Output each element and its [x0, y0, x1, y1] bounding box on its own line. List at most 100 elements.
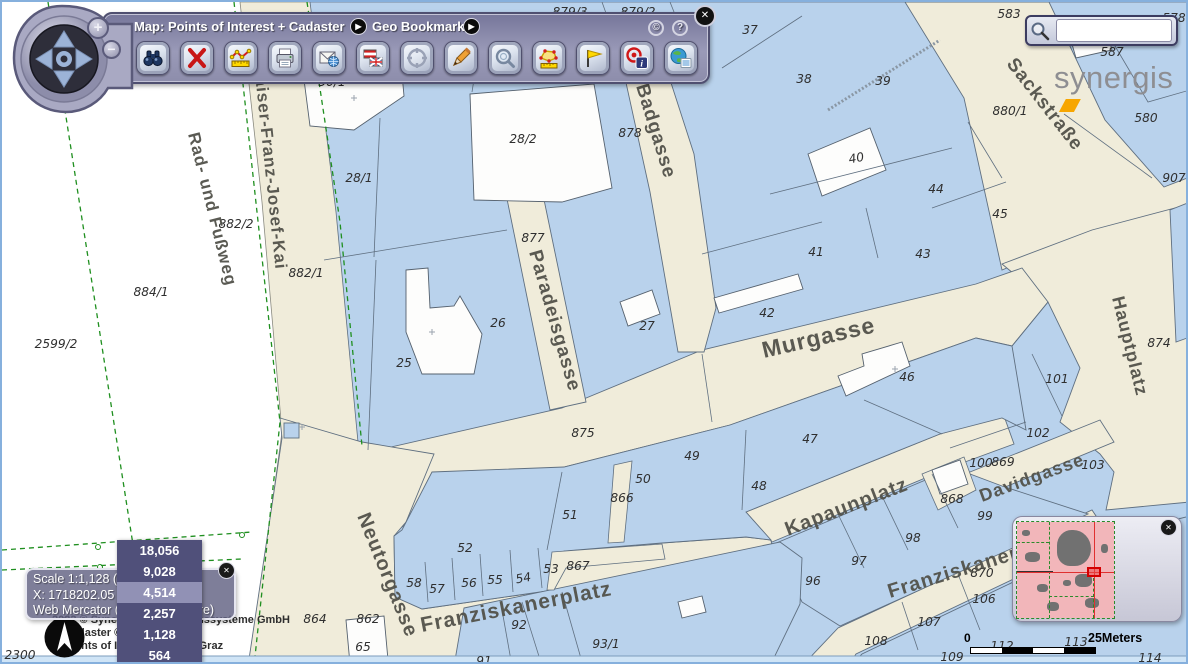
- parcel-label: 65: [355, 640, 371, 654]
- language-button[interactable]: [356, 41, 390, 75]
- scale-option[interactable]: 9,028: [117, 561, 202, 582]
- clear-selection-button[interactable]: [180, 41, 214, 75]
- parcel-label: 107: [917, 615, 941, 629]
- parcel-label: 42: [759, 306, 775, 320]
- parcel-label: 92: [511, 618, 527, 632]
- scale-option[interactable]: 2,257: [117, 603, 202, 624]
- zoom-out-button[interactable]: −: [102, 40, 121, 59]
- parcel-label: 114: [1138, 651, 1161, 664]
- parcel-label: 43: [915, 247, 931, 261]
- parcel-label: 52: [457, 541, 473, 555]
- parcel-label: 866: [610, 491, 634, 505]
- parcel-label: 102: [1026, 426, 1049, 440]
- parcel-label: 2599/2: [35, 337, 78, 351]
- parcel-label: 44: [928, 182, 944, 196]
- search-icon[interactable]: [1027, 17, 1053, 44]
- parcel-label: 28/2: [509, 132, 536, 146]
- help-icon[interactable]: ?: [672, 20, 688, 36]
- status-close-icon[interactable]: ✕: [219, 563, 234, 578]
- measure-area-button[interactable]: [532, 41, 566, 75]
- parcel-label: 97: [851, 554, 867, 568]
- crosshair-icon: [405, 46, 429, 70]
- map-selector-label[interactable]: Map: Points of Interest + Cadaster: [134, 19, 345, 34]
- parcel-label: 868: [940, 492, 964, 506]
- parcel-label: 50: [635, 472, 651, 486]
- printer-icon: [273, 46, 297, 70]
- scale-option[interactable]: 1,128: [117, 624, 202, 645]
- scalebar-zero-label: 0: [964, 631, 971, 645]
- logo-accent-diamond: [1059, 99, 1081, 112]
- overview-extent-rectangle[interactable]: [1087, 567, 1101, 577]
- synergis-logo: synergis: [1054, 60, 1186, 132]
- parcel-label: 867: [566, 559, 590, 573]
- print-button[interactable]: [268, 41, 302, 75]
- parcel-label: 864: [303, 612, 326, 626]
- parcel-label: 875: [571, 426, 595, 440]
- parcel-label: 587: [1100, 45, 1124, 59]
- magnifier-circle-icon: [493, 46, 517, 70]
- find-button[interactable]: [136, 41, 170, 75]
- map-viewport[interactable]: 879/3879/258357858730/230/137383940880/1…: [0, 0, 1188, 664]
- parcel-label: 100: [969, 456, 993, 470]
- parcel-label: 47: [802, 432, 818, 446]
- parcel-label: 93/1: [592, 637, 619, 651]
- parcel-label: 37: [742, 23, 758, 37]
- parcel-label: 101: [1045, 372, 1068, 386]
- parcel-label: 583: [997, 7, 1020, 21]
- maptip-button[interactable]: i: [620, 41, 654, 75]
- parcel-label: 907: [1162, 171, 1186, 185]
- search-input[interactable]: [1056, 19, 1172, 42]
- parcel-label: 869: [991, 455, 1014, 469]
- measure-line-icon: [229, 46, 253, 70]
- zoom-in-button[interactable]: +: [87, 17, 109, 39]
- geo-bookmarks-arrow-icon[interactable]: ▶: [464, 19, 479, 34]
- parcel-label: 57: [429, 582, 445, 596]
- parcel-label: 45: [992, 207, 1008, 221]
- parcel-label: 2300: [4, 648, 35, 662]
- geo-bookmark-button[interactable]: [576, 41, 610, 75]
- geo-bookmarks-label[interactable]: Geo Bookmarks: [372, 19, 472, 34]
- copyright-icon[interactable]: ©: [648, 20, 664, 36]
- parcel-label: 46: [899, 370, 915, 384]
- center-map-button[interactable]: [400, 41, 434, 75]
- binoculars-icon: [141, 46, 165, 70]
- parcel-label: 99: [977, 509, 993, 523]
- parcel-label: 109: [940, 650, 963, 664]
- parcel-label: 40: [847, 150, 865, 167]
- parcel-label: 39: [875, 74, 891, 88]
- parcel-label: 48: [751, 479, 767, 493]
- overview-map-image[interactable]: [1017, 522, 1114, 618]
- flag-icon: [581, 46, 605, 70]
- parcel-label: 49: [684, 449, 700, 463]
- overview-map-panel: ✕: [1012, 516, 1182, 622]
- pan-navigator[interactable]: [10, 4, 136, 116]
- toolbar-panel: Map: Points of Interest + Cadaster ▶ Geo…: [102, 12, 710, 84]
- edit-redline-button[interactable]: [444, 41, 478, 75]
- parcel-label: 41: [808, 245, 824, 259]
- parcel-label: 874: [1147, 336, 1170, 350]
- parcel-label: 106: [972, 592, 996, 606]
- parcel-label: 96: [805, 574, 821, 588]
- scale-option[interactable]: 564: [117, 645, 202, 664]
- parcel-label: 91: [476, 654, 492, 664]
- envelope-globe-icon: [317, 46, 341, 70]
- parcel-label: 880/1: [992, 104, 1027, 118]
- send-map-button[interactable]: [312, 41, 346, 75]
- red-x-icon: [185, 46, 209, 70]
- parcel-label: 56: [461, 576, 477, 590]
- measure-line-button[interactable]: [224, 41, 258, 75]
- overview-close-icon[interactable]: ✕: [1161, 520, 1176, 535]
- toolbar-close-icon[interactable]: ✕: [696, 7, 714, 25]
- scale-option[interactable]: 18,056: [117, 540, 202, 561]
- scalebar: [970, 647, 1096, 654]
- parcel-label: 862: [356, 612, 379, 626]
- globe-list-icon: [669, 46, 693, 70]
- zoom-select-button[interactable]: [488, 41, 522, 75]
- svg-text:i: i: [640, 59, 643, 69]
- parcel-label: 58: [406, 576, 422, 590]
- legend-button[interactable]: [664, 41, 698, 75]
- parcel-label: 54: [514, 570, 532, 586]
- scale-option[interactable]: 4,514: [117, 582, 202, 603]
- parcel-label: 26: [490, 316, 506, 330]
- map-selector-arrow-icon[interactable]: ▶: [351, 19, 366, 34]
